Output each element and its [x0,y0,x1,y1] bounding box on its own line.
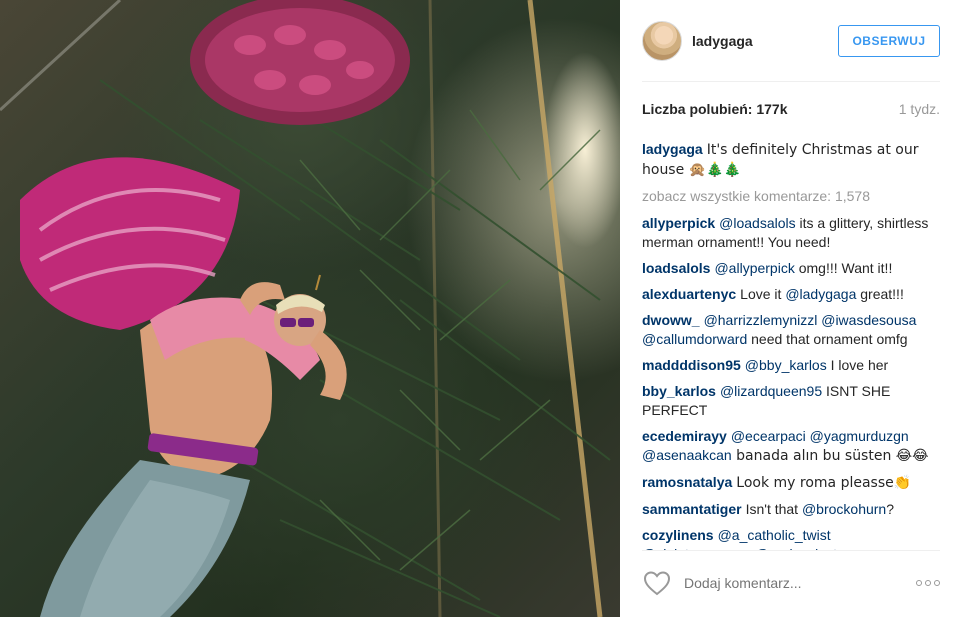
comment-text: Look my roma pleasse👏 [736,475,912,491]
like-heart-icon[interactable] [642,569,672,597]
comment-username[interactable]: dwoww_ [642,312,700,328]
comment-username[interactable]: alexduartenyc [642,286,736,302]
comment-text: Isn't that [745,501,802,517]
comment-text: Love it [740,286,786,302]
comment-text: banada alın bu süsten 😂😂 [731,448,929,464]
likes-count[interactable]: Liczba polubień: 177k [642,101,787,117]
follow-button[interactable]: OBSERWUJ [838,25,940,57]
header-username[interactable]: ladygaga [692,33,753,49]
comment-username[interactable]: bby_karlos [642,383,716,399]
comment-mention[interactable]: @brockohurn [802,501,886,517]
comment-mention[interactable]: @ladygaga [785,286,856,302]
post-sidebar: ladygaga OBSERWUJ Liczba polubień: 177k … [620,0,960,617]
comment: allyperpick @loadsalols its a glittery, s… [642,214,940,252]
comments-list[interactable]: ladygaga It's definitely Christmas at our… [642,140,940,550]
post-stats: Liczba polubień: 177k 1 tydz. [642,101,940,117]
caption: ladygaga It's definitely Christmas at our… [642,140,940,180]
dot-icon [925,580,931,586]
comment-text: great!!! [856,286,904,302]
divider [642,81,940,82]
dot-icon [916,580,922,586]
post-footer [642,563,940,603]
comment-text: ? [886,501,895,517]
post-time[interactable]: 1 tydz. [899,101,940,117]
comment: alexduartenyc Love it @ladygaga great!!! [642,285,940,304]
comment-mention[interactable]: @bby_karlos [745,357,827,373]
comment-username[interactable]: ecedemirayy [642,428,727,444]
comment: ramosnatalya Look my roma pleasse👏 [642,473,940,493]
divider [642,550,940,551]
comment-username[interactable]: sammantatiger [642,501,742,517]
view-all-comments-link[interactable]: zobacz wszystkie komentarze: 1,578 [642,187,940,206]
avatar[interactable] [642,21,682,61]
comment: sammantatiger Isn't that @brockohurn? [642,500,940,519]
comment: ecedemirayy @ecearpaci @yagmurduzgn @asen… [642,427,940,466]
comment: maddddison95 @bby_karlos I love her [642,356,940,375]
comment-mention[interactable]: @allyperpick [714,260,794,276]
comment-username[interactable]: maddddison95 [642,357,741,373]
caption-username[interactable]: ladygaga [642,141,703,157]
dot-icon [934,580,940,586]
more-options-icon[interactable] [916,580,940,586]
comment-mention[interactable]: @loadsalols [719,215,795,231]
comment-mention[interactable]: @lizardqueen95 [720,383,822,399]
comment: bby_karlos @lizardqueen95 ISNT SHE PERFEC… [642,382,940,420]
heart-icon [643,571,671,596]
comment-username[interactable]: cozylinens [642,527,714,543]
comment-username[interactable]: ramosnatalya [642,474,732,490]
comment: cozylinens@a_catholic_twist @violetacarm… [642,526,940,550]
post-photo[interactable] [0,0,620,617]
comment-username[interactable]: loadsalols [642,260,710,276]
post-header: ladygaga OBSERWUJ [642,18,940,64]
add-comment-input[interactable] [684,575,884,591]
comment-text: I love her [826,357,889,373]
comment-username[interactable]: allyperpick [642,215,715,231]
photo-illustration [0,0,611,617]
comment-text: omg!!! Want it!! [794,260,893,276]
comment: dwoww_ @harrizzlemynizzl @iwasdesousa @ca… [642,311,940,349]
comment: loadsalols @allyperpick omg!!! Want it!! [642,259,940,278]
comment-text: need that ornament omfg [747,331,908,347]
